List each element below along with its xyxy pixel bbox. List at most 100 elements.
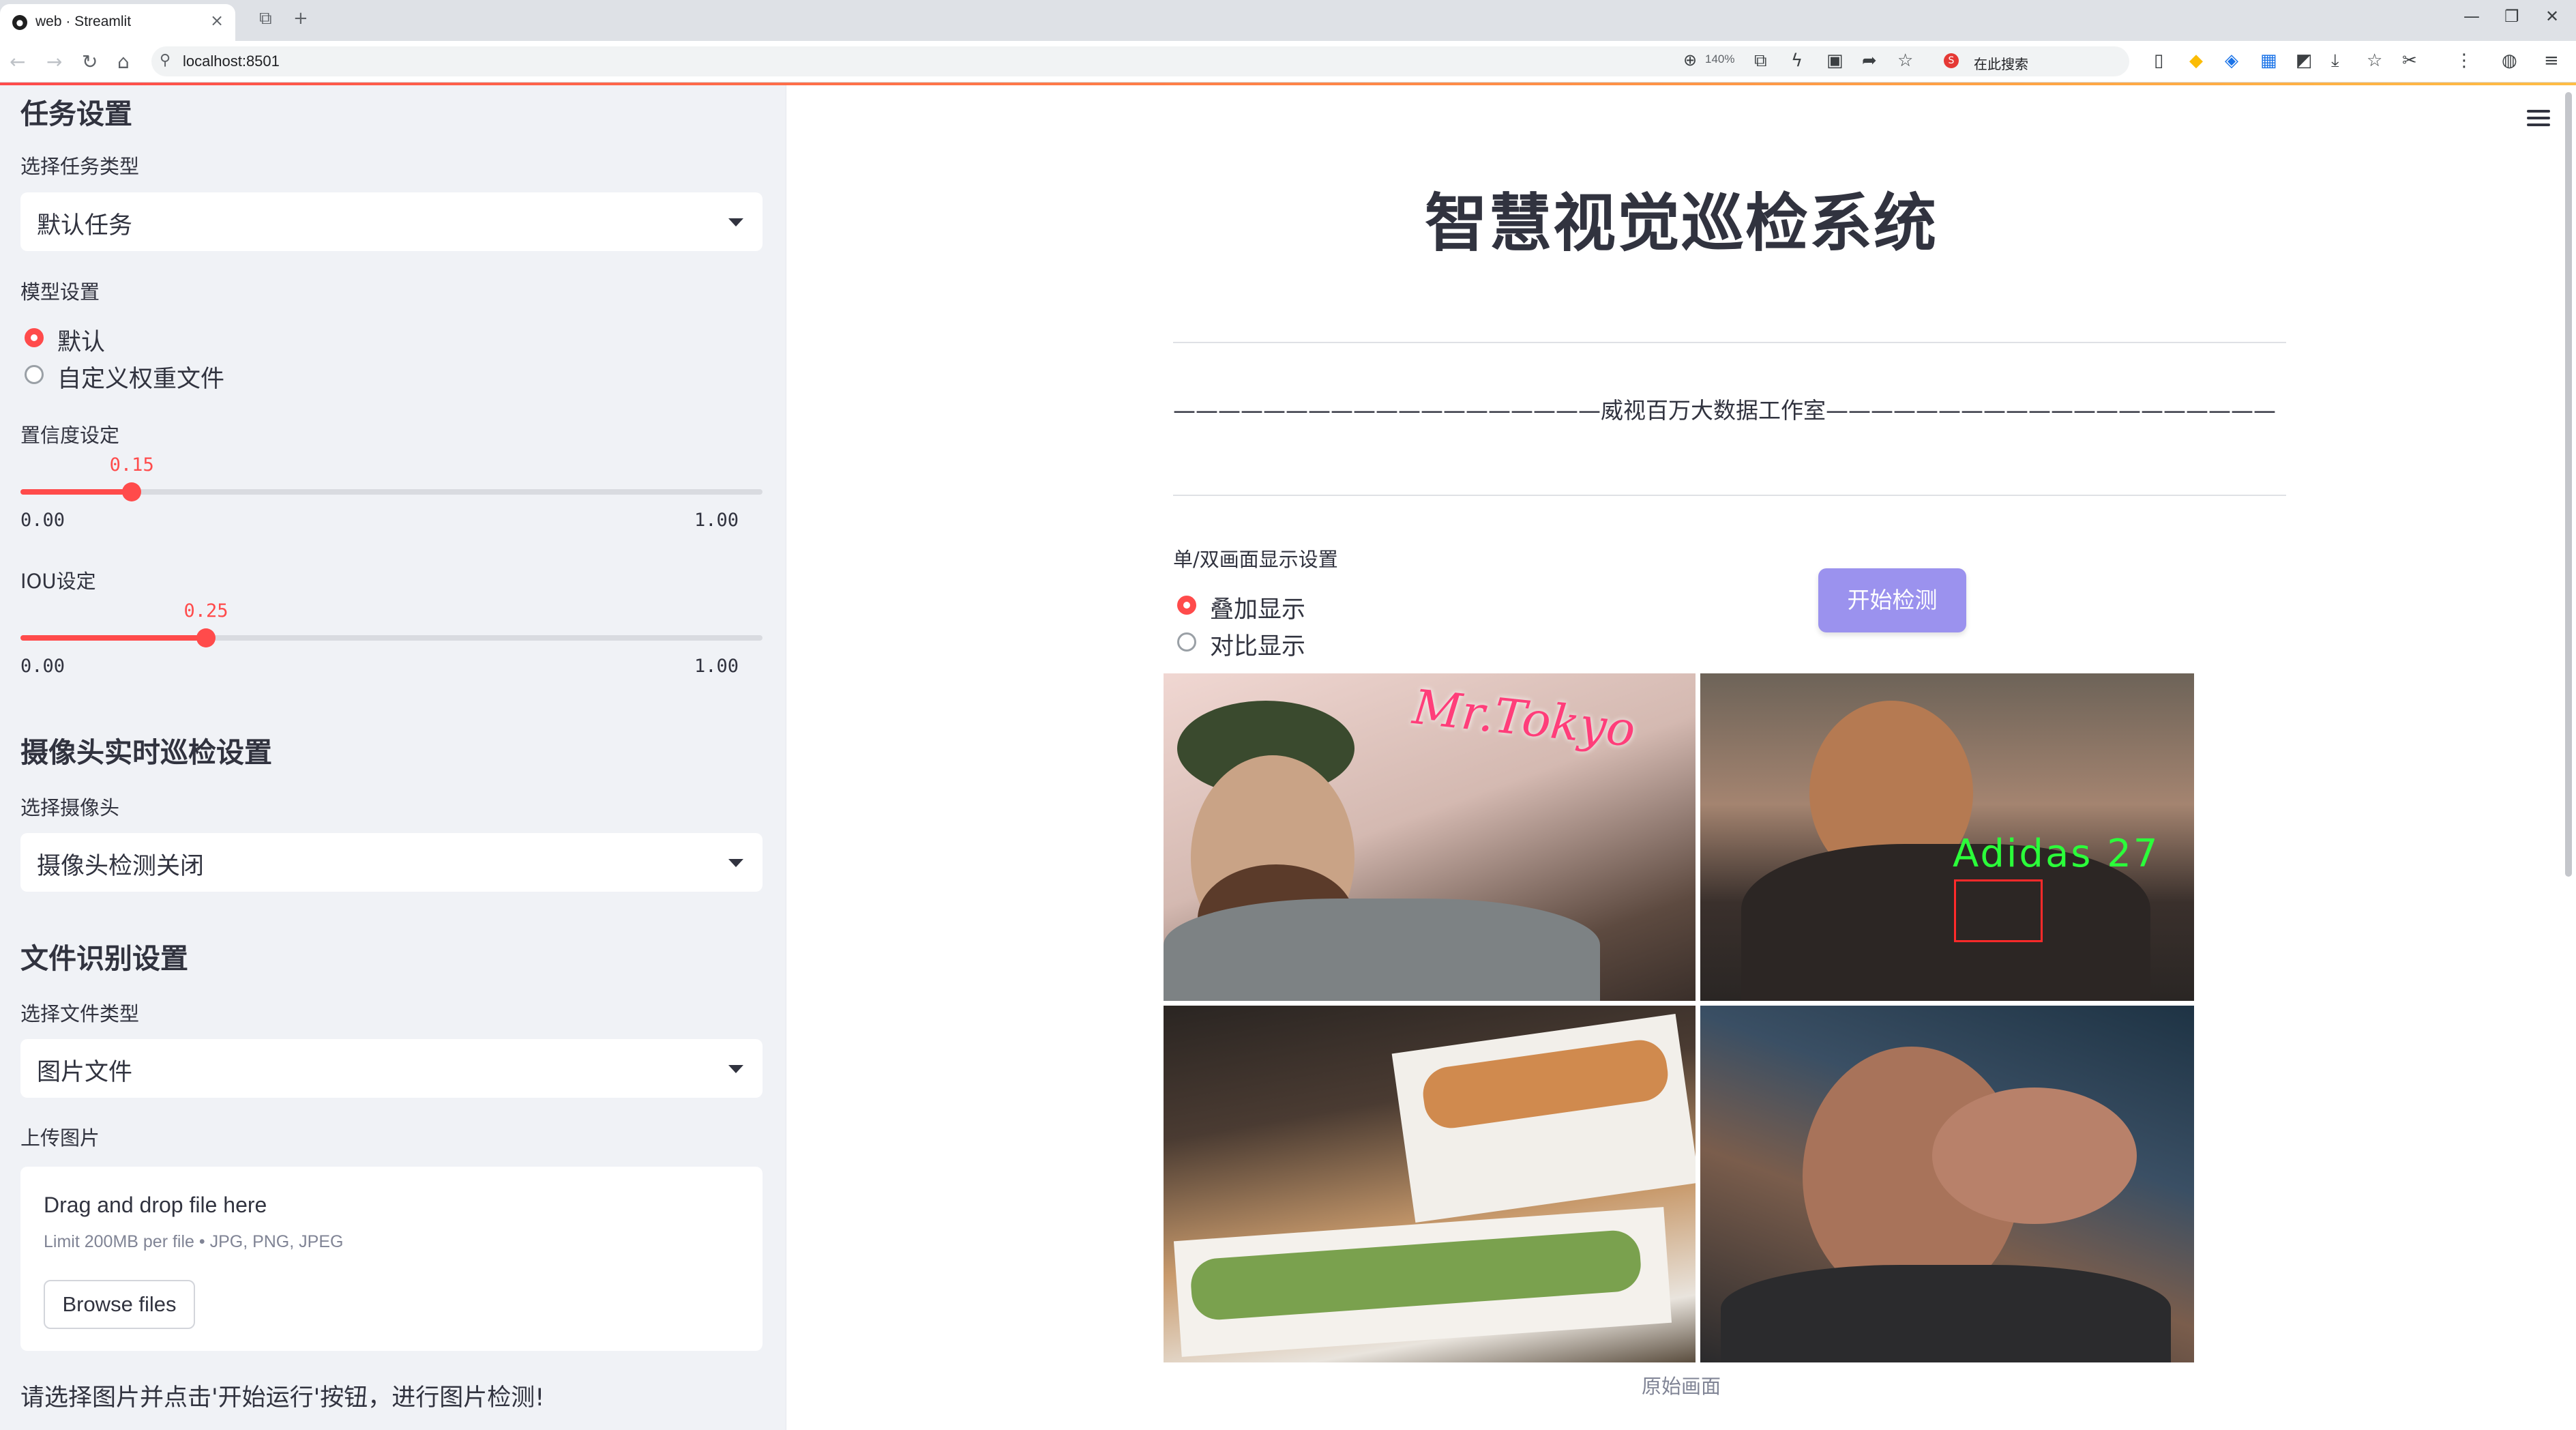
slider-thumb[interactable] <box>122 482 142 501</box>
hoodie-shape <box>1721 1265 2171 1362</box>
hand-shape <box>1932 1088 2137 1224</box>
radio-unselected-icon <box>1177 632 1196 652</box>
forward-icon[interactable]: → <box>46 50 62 73</box>
screenshot-icon[interactable]: ▣ <box>1826 50 1844 71</box>
divider <box>1173 495 2286 496</box>
chevron-down-icon <box>728 859 743 867</box>
mr-tokyo-sign: Mr.Tokyo <box>1410 679 1638 758</box>
display-mode-label: 单/双画面显示设置 <box>1173 548 1338 571</box>
file-type-value: 图片文件 <box>37 1059 133 1086</box>
reader-icon[interactable]: ▯ <box>2154 50 2163 71</box>
restore-icon[interactable]: ❐ <box>2504 7 2519 26</box>
radio-selected-icon <box>1177 596 1196 615</box>
site-info-icon[interactable]: ⚲ <box>160 52 171 69</box>
bookmark-star-icon[interactable]: ☆ <box>1897 50 1913 71</box>
model-radio-label: 自定义权重文件 <box>57 366 225 393</box>
display-radio-label: 叠加显示 <box>1210 596 1306 624</box>
camera-select[interactable]: 摄像头检测关闭 <box>20 833 763 892</box>
slider-thumb[interactable] <box>196 628 216 647</box>
search-placeholder: 在此搜索 <box>1974 56 2028 72</box>
browser-tab[interactable]: ● web · Streamlit × <box>0 4 235 41</box>
browse-files-button[interactable]: Browse files <box>44 1280 195 1329</box>
sidebar: 任务设置 选择任务类型 默认任务 模型设置 默认 自定义权重文件 置信度设定 0… <box>0 85 786 1430</box>
download-icon[interactable]: ⤓ <box>2331 50 2339 72</box>
address-bar[interactable]: ⚲ localhost:8501 ⊕ 140% ⧉ ϟ ▣ ➦ ☆ <box>151 46 2129 76</box>
iou-max: 1.00 <box>694 656 739 677</box>
back-icon[interactable]: ← <box>10 50 25 73</box>
main-content: 智慧视觉巡检系统 ———————————————————威视百万大数据工作室——… <box>786 85 2576 1430</box>
page-title: 智慧视觉巡检系统 <box>1424 187 1938 260</box>
search-engine-icon: S <box>1944 53 1959 68</box>
start-detection-button[interactable]: 开始检测 <box>1818 568 1966 632</box>
file-uploader-dropzone[interactable]: Drag and drop file here Limit 200MB per … <box>20 1167 763 1351</box>
reload-icon[interactable]: ↻ <box>82 50 98 73</box>
image-tile-bottom-left <box>1164 1006 1696 1362</box>
confidence-slider[interactable] <box>20 482 763 501</box>
camera-select-value: 摄像头检测关闭 <box>37 853 205 880</box>
jacket-shape <box>1164 899 1600 1001</box>
task-type-select[interactable]: 默认任务 <box>20 192 763 251</box>
extension-1-icon[interactable]: ◆ <box>2189 50 2203 71</box>
more-menu-icon[interactable]: ⋮ <box>2455 50 2473 71</box>
close-window-icon[interactable]: ✕ <box>2545 7 2559 26</box>
browser-tab-bar: ● web · Streamlit × ⧉ + — ❐ ✕ <box>0 0 2576 41</box>
cut-icon[interactable]: ✂ <box>2402 50 2417 71</box>
share-icon[interactable]: ➦ <box>1862 50 1877 71</box>
browser-toolbar: ← → ↻ ⌂ ⚲ localhost:8501 ⊕ 140% ⧉ ϟ ▣ ➦ … <box>0 41 2576 83</box>
iou-value: 0.25 <box>183 600 228 622</box>
slider-fill <box>20 489 132 495</box>
tab-groups-icon[interactable]: ⧉ <box>259 8 272 29</box>
upload-limit: Limit 200MB per file • JPG, PNG, JPEG <box>44 1232 344 1251</box>
slider-fill <box>20 635 206 641</box>
file-type-select[interactable]: 图片文件 <box>20 1039 763 1098</box>
confidence-max: 1.00 <box>694 510 739 531</box>
streamlit-favicon-icon: ● <box>12 15 27 30</box>
file-settings-heading: 文件识别设置 <box>20 942 188 975</box>
iou-min: 0.00 <box>20 656 65 677</box>
confidence-value: 0.15 <box>109 454 154 476</box>
hamburger-menu-icon[interactable] <box>2527 110 2550 128</box>
tab-title: web · Streamlit <box>35 14 132 29</box>
sidebar-footer-text: 请选择图片并点击'开始运行'按钮，进行图片检测! <box>20 1384 545 1412</box>
image-tile-top-right: Adidas 27 <box>1700 673 2194 1001</box>
divider <box>1173 342 2286 343</box>
extension-3-icon[interactable]: ▦ <box>2260 50 2277 71</box>
chevron-down-icon <box>728 218 743 227</box>
model-settings-label: 模型设置 <box>20 280 100 304</box>
confidence-min: 0.00 <box>20 510 65 531</box>
url-text: localhost:8501 <box>183 53 280 70</box>
profile-avatar-icon[interactable]: ◍ <box>2502 50 2517 71</box>
detection-label: Adidas 27 <box>1953 832 2160 876</box>
tab-close-icon[interactable]: × <box>210 11 224 30</box>
detection-result-image: Mr.Tokyo Adidas 27 <box>1164 673 2194 1362</box>
detection-bounding-box <box>1954 879 2043 942</box>
camera-settings-heading: 摄像头实时巡检设置 <box>20 736 272 769</box>
iou-label: IOU设定 <box>20 570 96 593</box>
lightning-icon[interactable]: ϟ <box>1791 50 1803 71</box>
task-type-value: 默认任务 <box>37 212 133 239</box>
chevron-down-icon <box>728 1065 743 1073</box>
search-box[interactable]: S 在此搜索 <box>1936 48 2096 75</box>
extension-4-icon[interactable]: ◩ <box>2296 50 2313 71</box>
iou-slider[interactable] <box>20 628 763 647</box>
favorites-icon[interactable]: ☆ <box>2367 50 2382 71</box>
minimize-icon[interactable]: — <box>2463 7 2480 26</box>
home-icon[interactable]: ⌂ <box>117 50 130 73</box>
image-caption: 原始画面 <box>1641 1375 1721 1398</box>
radio-unselected-icon <box>25 365 44 384</box>
task-type-label: 选择任务类型 <box>20 155 140 178</box>
model-radio-label: 默认 <box>57 329 106 356</box>
new-tab-icon[interactable]: + <box>293 8 308 29</box>
image-tile-top-left: Mr.Tokyo <box>1164 673 1696 1001</box>
studio-banner: ———————————————————威视百万大数据工作室———————————… <box>1173 397 2276 424</box>
upload-label: 上传图片 <box>20 1126 100 1150</box>
extension-2-icon[interactable]: ◈ <box>2225 50 2238 71</box>
browser-menu-icon[interactable]: ≡ <box>2544 50 2559 71</box>
image-tile-bottom-right <box>1700 1006 2194 1362</box>
task-settings-heading: 任务设置 <box>20 98 132 130</box>
upload-title: Drag and drop file here <box>44 1193 267 1217</box>
translate-icon[interactable]: ⧉ <box>1754 50 1767 72</box>
display-radio-label: 对比显示 <box>1210 633 1306 660</box>
zoom-icon[interactable]: ⊕ <box>1683 50 1697 70</box>
confidence-label: 置信度设定 <box>20 424 120 447</box>
